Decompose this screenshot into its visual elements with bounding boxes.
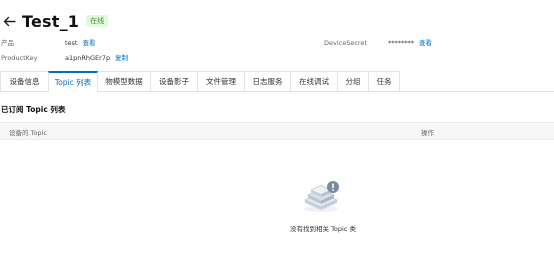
device-detail-page: Test_1 在线 产品 test 查看 DeviceSecret *******… xyxy=(0,0,554,257)
table-header: 设备的 Topic 操作 xyxy=(0,122,554,140)
view-devicesecret-link[interactable]: 查看 xyxy=(419,39,432,47)
tab-online-debug[interactable]: 在线调试 xyxy=(290,71,338,91)
page-header: Test_1 在线 xyxy=(0,8,109,34)
product-info-label: 产品 xyxy=(1,39,14,48)
tab-log-service[interactable]: 日志服务 xyxy=(244,71,291,91)
devicesecret-info-value: ******** 查看 xyxy=(388,39,432,48)
product-info-value: test 查看 xyxy=(65,39,95,48)
tab-thing-model-data[interactable]: 物模型数据 xyxy=(97,71,151,91)
devicesecret-value: ******** xyxy=(388,39,414,47)
product-label: 产品 xyxy=(1,39,14,47)
page-title: Test_1 xyxy=(22,11,80,31)
column-header-actions: 操作 xyxy=(421,129,434,137)
section-title: 已订阅 Topic 列表 xyxy=(1,105,66,114)
tab-topic-list[interactable]: Topic 列表 xyxy=(48,71,98,92)
tab-file-management[interactable]: 文件管理 xyxy=(197,71,245,91)
column-header-topic: 设备的 Topic xyxy=(9,129,47,137)
devicesecret-label: DeviceSecret xyxy=(324,39,368,47)
productkey-info-value: a1pnRhGEr7p 复制 xyxy=(65,54,128,63)
empty-state-message: 没有找到相关 Topic 类 xyxy=(290,225,356,233)
productkey-label: ProductKey xyxy=(1,54,38,62)
tab-device-info[interactable]: 设备信息 xyxy=(0,71,49,91)
devicesecret-info-label: DeviceSecret xyxy=(324,39,367,48)
productkey-info-label: ProductKey xyxy=(1,54,37,63)
productkey-value: a1pnRhGEr7p xyxy=(65,54,111,62)
arrow-left-icon[interactable] xyxy=(2,14,16,28)
tab-tasks[interactable]: 任务 xyxy=(368,71,400,91)
tab-bar: 设备信息 Topic 列表 物模型数据 设备影子 文件管理 日志服务 在线调试 … xyxy=(0,71,554,92)
product-value: test xyxy=(65,39,78,47)
empty-box-icon xyxy=(301,178,345,214)
view-product-link[interactable]: 查看 xyxy=(82,39,95,47)
status-badge: 在线 xyxy=(86,15,109,27)
tab-groups[interactable]: 分组 xyxy=(337,71,369,91)
copy-productkey-link[interactable]: 复制 xyxy=(115,54,128,62)
tab-device-shadow[interactable]: 设备影子 xyxy=(150,71,198,91)
